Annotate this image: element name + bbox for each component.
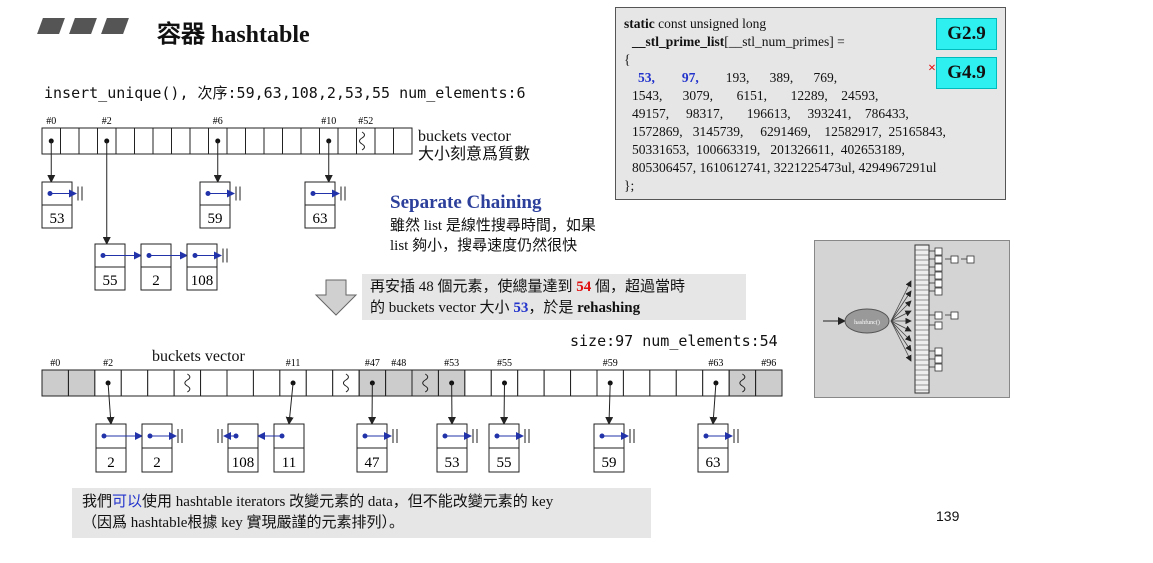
bucket-index-label: #2: [103, 358, 113, 369]
note-highlight: 可以: [112, 494, 143, 510]
rehash-text: 的 buckets vector 大小: [370, 300, 514, 316]
list-node: 59: [593, 423, 625, 473]
node-value: 55: [497, 455, 512, 471]
bucket-index-label: #59: [603, 358, 618, 369]
bucket-index-label: #47: [365, 358, 380, 369]
node-value: 53: [50, 211, 65, 227]
prime-values: 193, 389, 769,: [725, 70, 838, 85]
prime-row: 49157, 98317, 196613, 393241, 786433,: [632, 106, 909, 121]
prime-row: 50331653, 100663319, 201326611, 40265318…: [632, 142, 905, 157]
list-node: 47: [356, 423, 388, 473]
node-value: 11: [282, 455, 296, 471]
list-node: 55: [94, 243, 126, 291]
code-keyword: static: [624, 16, 655, 31]
bucket-index-label: #2: [102, 116, 112, 127]
iterator-note-line2: （因爲 hashtable根據 key 實現嚴謹的元素排列）。: [82, 515, 405, 531]
iterator-note: 我們可以使用 hashtable iterators 改變元素的 data，但不…: [72, 488, 651, 538]
note-text: 使用 hashtable iterators 改變元素的 data，但不能改變元…: [142, 494, 554, 510]
bucket-index-label: #53: [444, 358, 459, 369]
hash-function-figure: hashfunc(): [814, 240, 1010, 398]
node-value: 2: [107, 455, 115, 471]
note-text: 我們: [82, 494, 113, 510]
rehash-note-line2: 的 buckets vector 大小 53，於是 rehashing: [370, 298, 738, 319]
node-value: 63: [313, 211, 328, 227]
bucket-index-label: #63: [708, 358, 723, 369]
bucket-index-label: #55: [497, 358, 512, 369]
bucket-index-label: #96: [761, 358, 776, 369]
list-node: 108: [227, 423, 259, 473]
prime-row: 1543, 3079, 6151, 12289, 24593,: [632, 88, 879, 103]
rehash-old-size: 53: [513, 300, 529, 316]
bucket-index-label: #0: [46, 116, 56, 127]
vector-top-indices: #0 #2 #6 #10 #52: [46, 116, 373, 127]
code-text: const unsigned long: [654, 16, 767, 31]
list-node: 11: [273, 423, 305, 473]
node-value: 63: [706, 455, 721, 471]
list-node: 59: [199, 181, 231, 229]
node-value: 2: [152, 273, 160, 289]
list-node: 55: [488, 423, 520, 473]
list-node: 53: [41, 181, 73, 229]
code-text: [__stl_num_primes] =: [724, 34, 845, 49]
node-value: 59: [602, 455, 617, 471]
cross-mark-icon: ×: [928, 61, 936, 76]
separate-chaining-line2: list 夠小，搜尋速度仍然很快: [390, 238, 578, 254]
prime-53: 53,: [638, 70, 655, 85]
page-number: 139: [936, 508, 960, 524]
buckets-vector-top: [41, 127, 413, 155]
node-value: 108: [232, 455, 255, 471]
version-badge-g29: G2.9: [936, 18, 997, 50]
size-line: size:97 num_elements:54: [570, 332, 778, 350]
node-value: 47: [365, 455, 381, 471]
list-node: 63: [697, 423, 729, 473]
rehash-text: 個，超過當時: [591, 279, 686, 295]
node-value: 53: [445, 455, 460, 471]
prime-row: 1572869, 3145739, 6291469, 12582917, 251…: [632, 124, 946, 139]
hashfunc-label: hashfunc(): [854, 319, 880, 326]
rehash-note-line1: 再安插 48 個元素，使總量達到 54 個，超過當時: [370, 277, 738, 298]
prime-row: 805306457, 1610612741, 3221225473ul, 429…: [632, 160, 937, 175]
buckets-vector-bottom: [41, 369, 783, 397]
bucket-index-label: #52: [358, 116, 373, 127]
node-value: 55: [103, 273, 118, 289]
node-value: 59: [208, 211, 223, 227]
list-node: 2: [141, 423, 173, 473]
separate-chaining-title: Separate Chaining: [390, 192, 542, 213]
prime-97: 97,: [681, 70, 699, 85]
list-node: 2: [140, 243, 172, 291]
vector-top-label: buckets vector 大小刻意爲質數: [418, 128, 530, 164]
rehashing-keyword: rehashing: [577, 300, 641, 316]
vector-top-label-line2: 大小刻意爲質數: [418, 146, 531, 163]
list-node: 2: [95, 423, 127, 473]
node-value: 2: [153, 455, 161, 471]
vector-top-label-line1: buckets vector: [418, 128, 511, 145]
down-arrow-icon: [314, 279, 358, 316]
code-identifier: __stl_prime_list: [632, 34, 725, 49]
bucket-index-label: #6: [213, 116, 223, 127]
rehash-count: 54: [576, 279, 592, 295]
version-badge-g49: G4.9: [936, 57, 997, 89]
rehash-text: 再安插 48 個元素，使總量達到: [370, 279, 577, 295]
rehash-text: ，於是: [528, 300, 578, 316]
list-node: 53: [436, 423, 468, 473]
bucket-index-label: #11: [286, 358, 301, 369]
node-value: 108: [191, 273, 214, 289]
bucket-index-label: #48: [391, 358, 406, 369]
iterator-note-line1: 我們可以使用 hashtable iterators 改變元素的 data，但不…: [82, 492, 641, 513]
list-node: 63: [304, 181, 336, 229]
bucket-index-label: #10: [321, 116, 336, 127]
vector-bottom-label: buckets vector: [152, 348, 245, 365]
code-close-brace: };: [624, 178, 635, 193]
bucket-index-label: #0: [50, 358, 60, 369]
rehash-note: 再安插 48 個元素，使總量達到 54 個，超過當時 的 buckets vec…: [362, 274, 746, 320]
separate-chaining-text: 雖然 list 是線性搜尋時間，如果 list 夠小，搜尋速度仍然很快: [390, 216, 596, 256]
list-node: 108: [186, 243, 218, 291]
separate-chaining-line1: 雖然 list 是線性搜尋時間，如果: [390, 218, 596, 234]
